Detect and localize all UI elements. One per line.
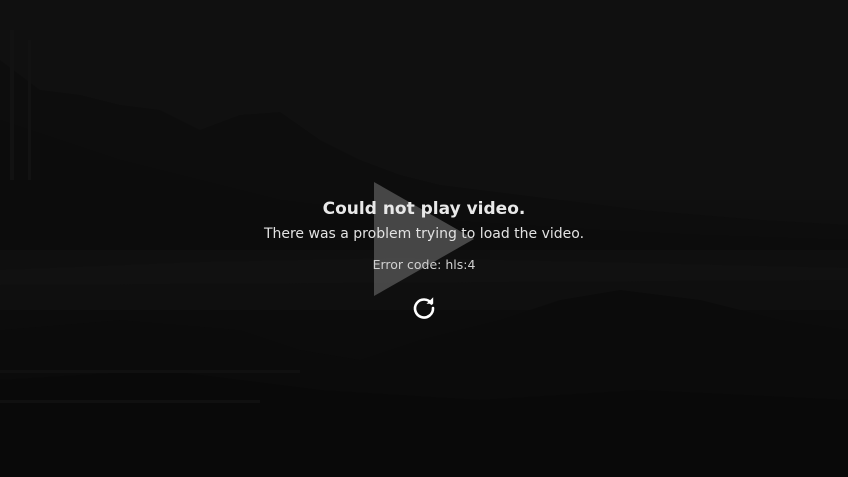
retry-icon <box>410 294 438 322</box>
error-display: Could not play video. There was a proble… <box>0 196 848 274</box>
error-code: Error code: hls:4 <box>372 257 476 272</box>
error-message: There was a problem trying to load the v… <box>263 226 585 242</box>
retry-button[interactable] <box>410 294 438 322</box>
video-player: Could not play video. There was a proble… <box>0 0 848 477</box>
error-title: Could not play video. <box>322 199 526 219</box>
